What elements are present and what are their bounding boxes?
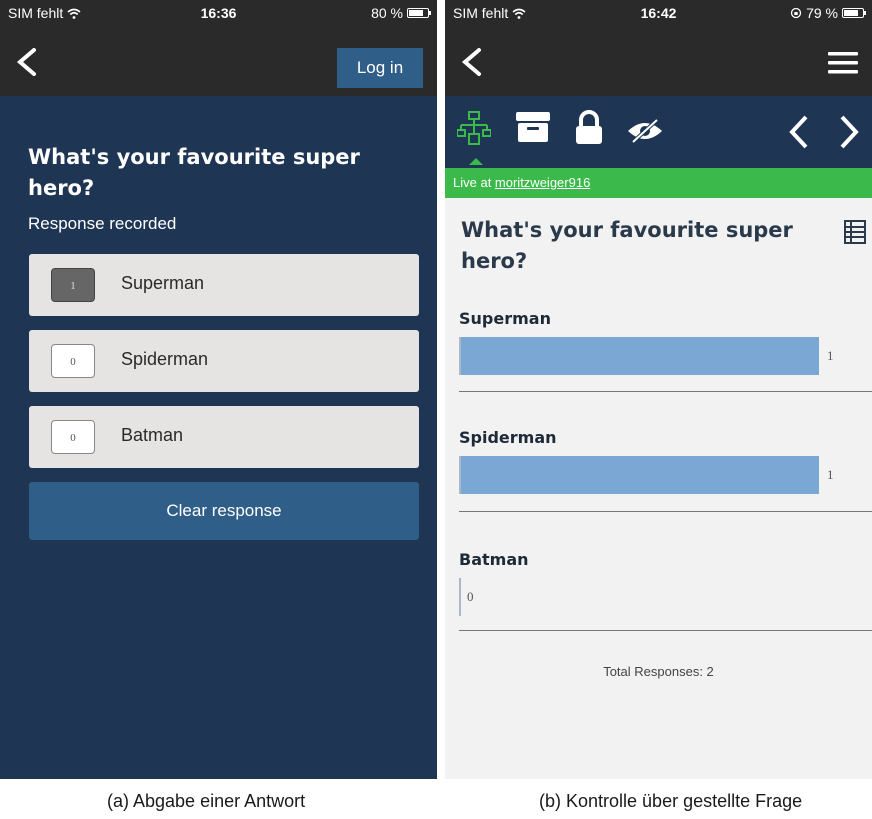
battery-percent: 80 % [371, 5, 403, 21]
option-label: Spiderman [121, 349, 209, 369]
option-count-badge: 0 [51, 420, 95, 454]
orientation-lock-icon [790, 7, 802, 19]
answer-option-superman[interactable]: 1 Superman [29, 254, 419, 316]
option-label: Batman [121, 425, 184, 445]
answer-option-batman[interactable]: 0 Batman [29, 406, 419, 468]
total-responses: Total Responses: 2 [603, 664, 714, 679]
phone-screen-results: SIM fehlt 16:42 79 % Live at moritzweige… [445, 0, 872, 779]
battery-icon [407, 8, 431, 18]
hamburger-menu-icon[interactable] [828, 51, 858, 75]
option-count-badge: 0 [51, 344, 95, 378]
caption-b: (b) Kontrolle über gestellte Frage [539, 791, 803, 811]
clear-response-button[interactable]: Clear response [29, 482, 419, 540]
result-count: 1 [827, 467, 834, 482]
active-tab-caret [469, 158, 483, 165]
back-chevron-icon[interactable] [455, 44, 491, 80]
live-prefix: Live at [453, 175, 495, 190]
result-divider [459, 391, 872, 392]
back-chevron-icon[interactable] [10, 44, 46, 80]
question-title: What's your favourite super hero? [461, 218, 793, 273]
status-bar: SIM fehlt 16:36 80 % [0, 0, 437, 28]
chevron-right-icon[interactable] [837, 114, 861, 150]
result-divider [459, 511, 872, 512]
network-icon[interactable] [457, 110, 491, 148]
option-count-badge: 1 [51, 268, 95, 302]
result-bar-track: 0 [459, 578, 821, 616]
battery-icon [842, 8, 866, 18]
caption-a: (a) Abgabe einer Antwort [107, 791, 306, 811]
result-divider [459, 630, 872, 631]
option-label: Superman [121, 273, 205, 293]
result-label: Spiderman [459, 428, 557, 447]
lock-icon[interactable] [573, 110, 605, 146]
result-bar-track: 1 [459, 337, 834, 375]
result-count: 1 [827, 348, 834, 363]
result-bar-track: 1 [459, 456, 834, 494]
question-title: What's your favourite super hero? [28, 145, 360, 200]
nav-bar: Log in [0, 28, 437, 96]
result-count: 0 [467, 589, 474, 604]
battery-percent: 79 % [806, 5, 838, 21]
answer-option-spiderman[interactable]: 0 Spiderman [29, 330, 419, 392]
live-session-bar: Live at moritzweiger916 [445, 168, 872, 198]
live-user-link[interactable]: moritzweiger916 [495, 175, 590, 190]
result-bar [461, 337, 819, 375]
status-bar: SIM fehlt 16:42 79 % [445, 0, 872, 28]
phone-screen-respond: SIM fehlt 16:36 80 % Log in What's your … [0, 0, 437, 779]
table-view-icon[interactable] [844, 220, 866, 244]
nav-bar [445, 28, 872, 96]
archive-icon[interactable] [515, 110, 551, 144]
login-button[interactable]: Log in [337, 48, 423, 88]
hidden-eye-icon[interactable] [625, 118, 665, 144]
result-bar [461, 456, 819, 494]
result-label: Superman [459, 309, 551, 328]
response-status: Response recorded [28, 214, 177, 233]
chevron-left-icon[interactable] [787, 114, 811, 150]
result-label: Batman [459, 550, 529, 569]
session-toolbar [445, 96, 872, 168]
